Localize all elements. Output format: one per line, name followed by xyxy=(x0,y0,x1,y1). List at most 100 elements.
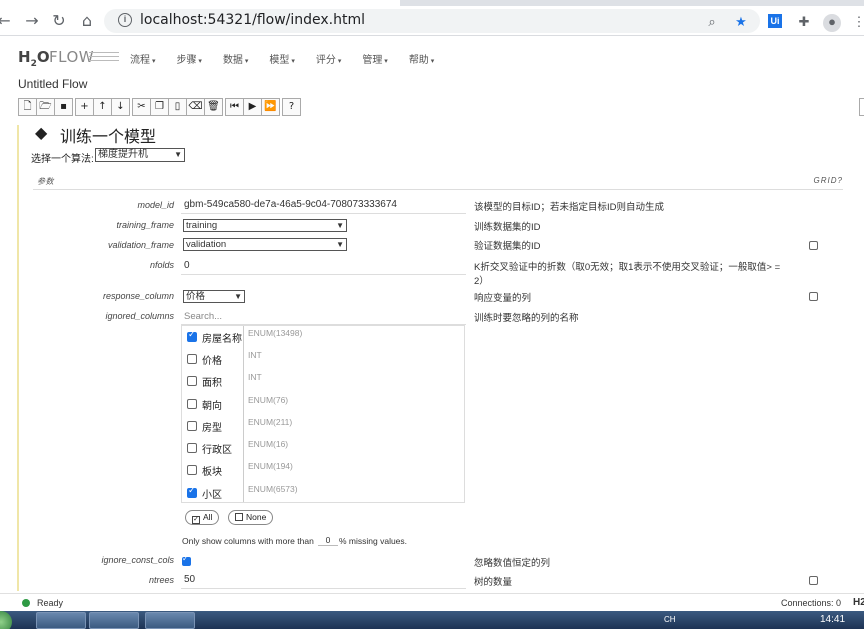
nfolds-input[interactable]: 0 xyxy=(184,260,190,271)
open-folder-icon[interactable]: 🗁 xyxy=(36,98,55,116)
status-text: Ready xyxy=(37,598,64,608)
grid-checkbox-ntrees[interactable] xyxy=(809,576,818,585)
menu-score[interactable]: 评分 xyxy=(316,51,341,66)
reload-icon[interactable]: ↻ xyxy=(49,11,69,31)
column-name: 朝向 xyxy=(202,401,222,412)
flow-logo-text: FLOW xyxy=(49,48,95,66)
missing-percent-input[interactable]: 0 xyxy=(318,534,338,546)
flow-title[interactable]: Untitled Flow xyxy=(18,77,87,91)
input-underline xyxy=(181,588,466,589)
url-text[interactable]: localhost:54321/flow/index.html xyxy=(140,12,365,28)
connections-text: Connections: 0 xyxy=(781,598,842,608)
status-dot-icon xyxy=(22,599,30,607)
list-item[interactable]: 面积 INT xyxy=(182,372,464,394)
column-checkbox[interactable] xyxy=(187,486,197,498)
column-name: 行政区 xyxy=(202,445,232,456)
help-ntrees: 树的数量 xyxy=(474,577,513,588)
file-explorer-taskbar-icon[interactable] xyxy=(36,612,86,629)
run-all-icon[interactable]: ⏩ xyxy=(261,98,280,116)
browser-toolbar: ← → ↻ ⌂ i localhost:54321/flow/index.htm… xyxy=(0,6,864,36)
list-item[interactable]: 房型 ENUM(211) xyxy=(182,417,464,439)
cell-title: 训练一个模型 xyxy=(60,129,157,146)
save-icon[interactable]: ▪ xyxy=(54,98,73,116)
grid-checkbox-response-column[interactable] xyxy=(809,292,818,301)
forward-icon[interactable]: → xyxy=(22,11,42,31)
list-item[interactable]: 朝向 ENUM(76) xyxy=(182,395,464,417)
ignore-const-cols-checkbox[interactable] xyxy=(182,554,191,566)
input-underline xyxy=(181,213,466,214)
info-icon[interactable]: i xyxy=(118,13,132,27)
ntrees-input[interactable]: 50 xyxy=(184,574,195,585)
list-item[interactable]: 板块 ENUM(194) xyxy=(182,461,464,483)
column-checkbox[interactable] xyxy=(187,330,197,342)
move-up-icon[interactable]: ↑ xyxy=(93,98,112,116)
home-icon[interactable]: ⌂ xyxy=(77,11,97,31)
insert-cell-icon[interactable]: + xyxy=(75,98,94,116)
training-frame-select[interactable]: training ▼ xyxy=(183,219,347,232)
clear-icon[interactable]: ⌫ xyxy=(186,98,205,116)
flow-toolbar: 🗋 🗁 ▪ + ↑ ↓ ✂ ❐ ▯ ⌫ 🗑 ⏮ ▶ ⏩ ? xyxy=(18,98,303,116)
extensions-puzzle-icon[interactable]: ✚ xyxy=(796,14,812,30)
delete-icon[interactable]: 🗑 xyxy=(204,98,223,116)
extension-ui-icon[interactable]: Ui xyxy=(768,14,782,28)
cut-icon[interactable]: ✂ xyxy=(132,98,151,116)
build-model-cell: ◆ 训练一个模型 选择一个算法: 梯度提升机 ▼ 参数 GRID? model_i… xyxy=(17,125,864,591)
help-model-id: 该模型的目标ID；若未指定目标ID则自动生成 xyxy=(474,202,665,213)
menu-data[interactable]: 数据 xyxy=(223,51,248,66)
menu-model[interactable]: 模型 xyxy=(269,51,294,66)
zoom-icon[interactable]: ⌕ xyxy=(704,14,720,30)
model-id-input[interactable]: gbm-549ca580-de7a-46a5-9c04-708073333674 xyxy=(184,199,397,210)
help-response-column: 响应变量的列 xyxy=(474,293,532,304)
column-checkbox[interactable] xyxy=(187,354,197,364)
response-column-select[interactable]: 价格 ▼ xyxy=(183,290,245,303)
chevron-down-icon: ▼ xyxy=(336,221,344,230)
new-file-icon[interactable]: 🗋 xyxy=(18,98,37,116)
column-checkbox[interactable] xyxy=(187,421,197,431)
start-button-icon[interactable] xyxy=(0,611,12,629)
h2o-mini-logo: H2 xyxy=(853,597,864,608)
help-icon[interactable]: ? xyxy=(282,98,301,116)
column-checkbox[interactable] xyxy=(187,465,197,475)
list-item[interactable]: 行政区 ENUM(16) xyxy=(182,439,464,461)
list-item[interactable]: 小区 ENUM(6573) xyxy=(182,484,464,506)
column-name: 房型 xyxy=(202,423,222,434)
grid-checkbox-validation-frame[interactable] xyxy=(809,241,818,250)
back-icon[interactable]: ← xyxy=(0,11,14,31)
copy-icon[interactable]: ❐ xyxy=(150,98,169,116)
select-none-button[interactable]: None xyxy=(228,510,274,525)
column-checkbox[interactable] xyxy=(187,376,197,386)
move-down-icon[interactable]: ↓ xyxy=(111,98,130,116)
run-icon[interactable]: ▶ xyxy=(243,98,262,116)
ignored-columns-search[interactable]: Search... xyxy=(184,311,222,322)
excel-taskbar-icon[interactable] xyxy=(145,612,195,629)
chevron-down-icon: ▼ xyxy=(234,292,242,301)
validation-frame-select[interactable]: validation ▼ xyxy=(183,238,347,251)
bookmark-star-icon[interactable]: ★ xyxy=(733,14,749,30)
list-item[interactable]: 房屋名称 ENUM(13498) xyxy=(182,328,464,350)
logo-lines-icon xyxy=(89,52,119,64)
system-tray[interactable]: CH xyxy=(664,615,676,624)
algorithm-select[interactable]: 梯度提升机 ▼ xyxy=(95,148,185,162)
run-step-icon[interactable]: ⏮ xyxy=(225,98,244,116)
input-underline xyxy=(181,274,466,275)
chrome-taskbar-icon[interactable] xyxy=(89,612,139,629)
select-all-button[interactable]: ✓ All xyxy=(185,510,220,525)
sidebar-toggle[interactable] xyxy=(859,98,864,116)
menu-cell[interactable]: 步骤 xyxy=(176,51,201,66)
param-label-training-frame: training_frame xyxy=(116,220,174,230)
clock[interactable]: 14:41 xyxy=(820,614,845,625)
help-nfolds-cont: 2） xyxy=(474,276,489,287)
algo-label: 选择一个算法: xyxy=(31,154,94,165)
menu-flow[interactable]: 流程 xyxy=(130,51,155,66)
profile-avatar-icon[interactable]: ● xyxy=(823,14,841,32)
list-item[interactable]: 价格 INT xyxy=(182,350,464,372)
browser-menu-icon[interactable]: ⋮ xyxy=(851,14,864,30)
column-name: 小区 xyxy=(202,490,222,501)
checkbox-icon: ✓ xyxy=(192,516,200,524)
paste-icon[interactable]: ▯ xyxy=(168,98,187,116)
column-checkbox[interactable] xyxy=(187,443,197,453)
menu-help[interactable]: 帮助 xyxy=(409,51,434,66)
main-menu: 流程 步骤 数据 模型 评分 管理 帮助 xyxy=(130,51,455,66)
menu-admin[interactable]: 管理 xyxy=(362,51,387,66)
column-checkbox[interactable] xyxy=(187,399,197,409)
